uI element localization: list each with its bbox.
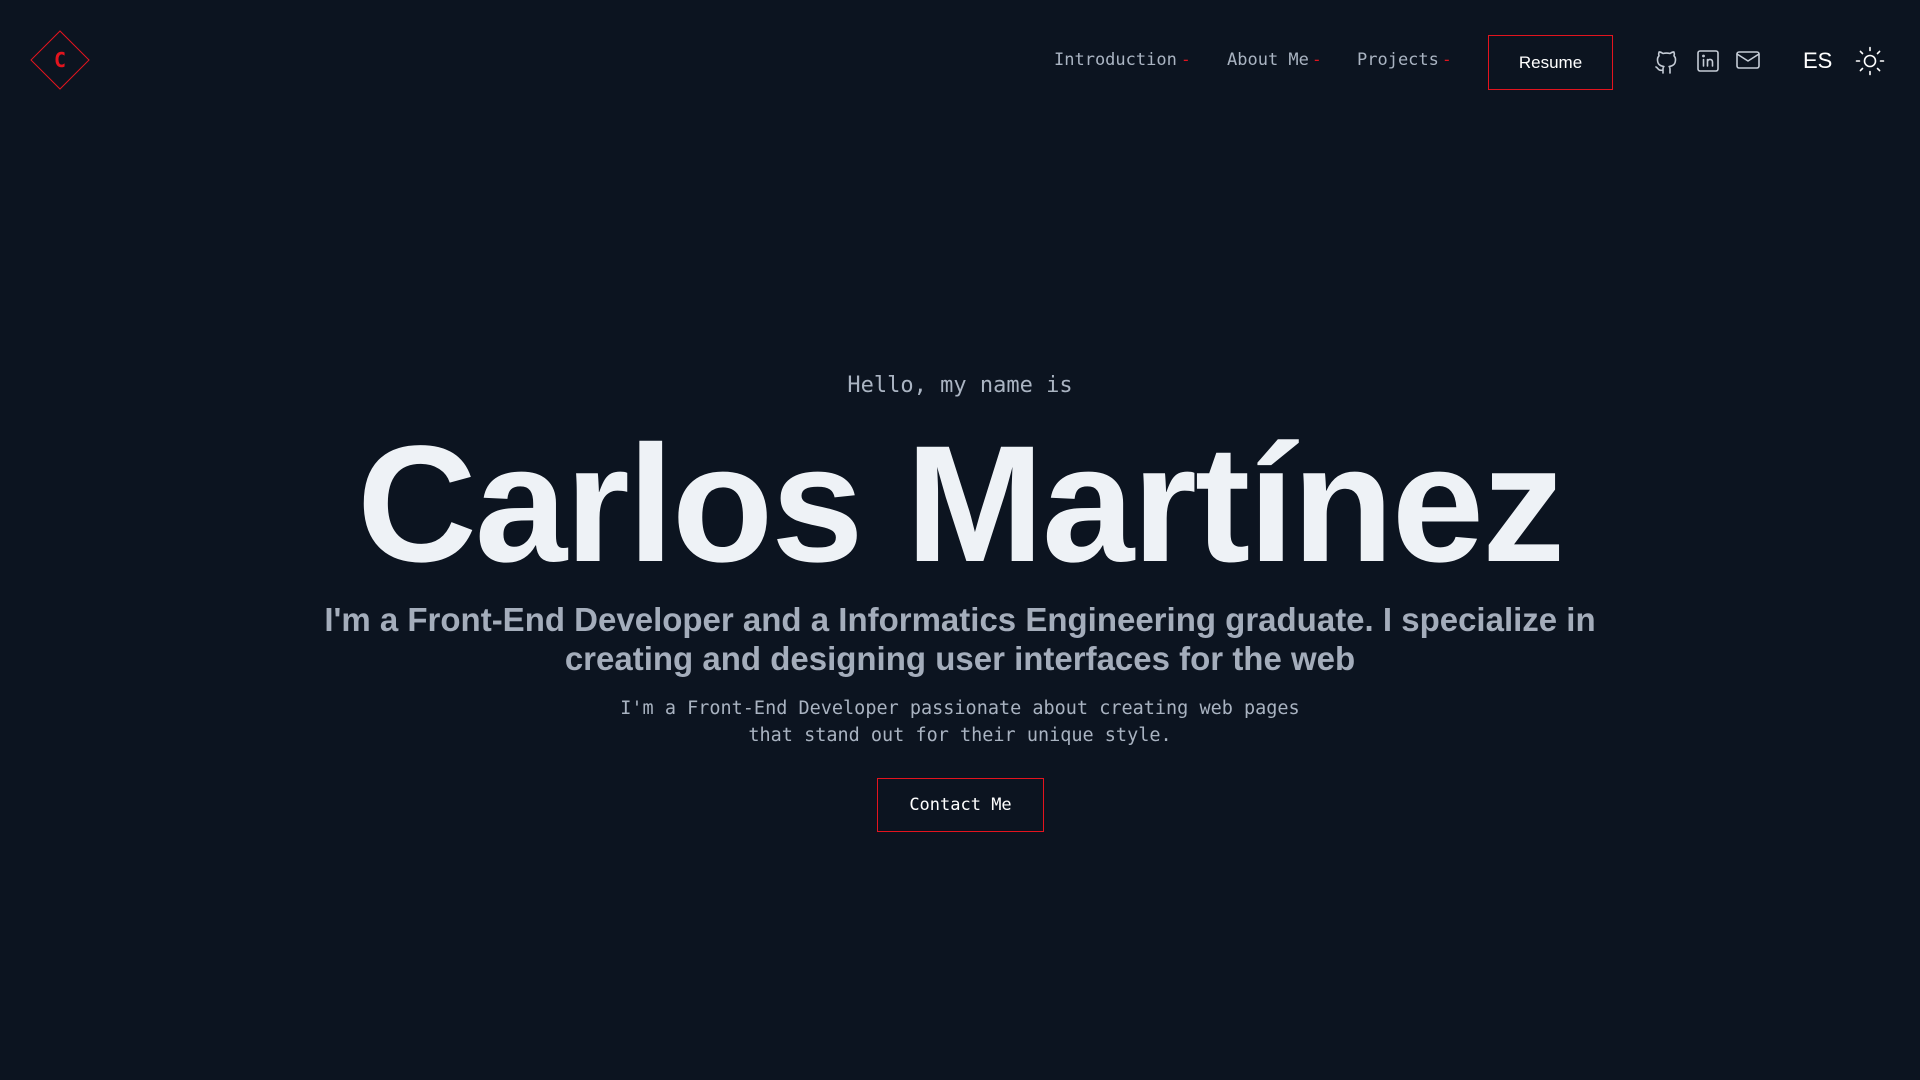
language-toggle[interactable]: ES	[1803, 48, 1832, 74]
logo[interactable]: C	[30, 30, 90, 90]
nav-separator: -	[1312, 50, 1322, 69]
hero-description-line: that stand out for their unique style.	[748, 725, 1172, 746]
hero-description: I'm a Front-End Developer passionate abo…	[560, 695, 1360, 749]
resume-button[interactable]: Resume	[1488, 35, 1613, 90]
hero-tagline: I'm a Front-End Developer and a Informat…	[324, 601, 1596, 677]
hero-greeting: Hello, my name is	[847, 373, 1073, 398]
nav-separator: -	[1181, 50, 1191, 69]
nav-link-projects[interactable]: Projects	[1357, 50, 1439, 70]
hero-description-line: I'm a Front-End Developer passionate abo…	[620, 698, 1300, 719]
nav-separator: -	[1442, 50, 1452, 69]
logo-letter: C	[53, 48, 67, 72]
mail-icon[interactable]	[1733, 45, 1763, 75]
linkedin-icon[interactable]	[1693, 46, 1723, 76]
sun-icon[interactable]	[1854, 45, 1886, 77]
github-icon[interactable]	[1651, 46, 1681, 76]
nav-link-about-me[interactable]: About Me	[1227, 50, 1309, 70]
nav-link-introduction[interactable]: Introduction	[1054, 50, 1177, 70]
contact-me-button[interactable]: Contact Me	[877, 778, 1044, 832]
hero-name: Carlos Martínez	[356, 412, 1565, 597]
